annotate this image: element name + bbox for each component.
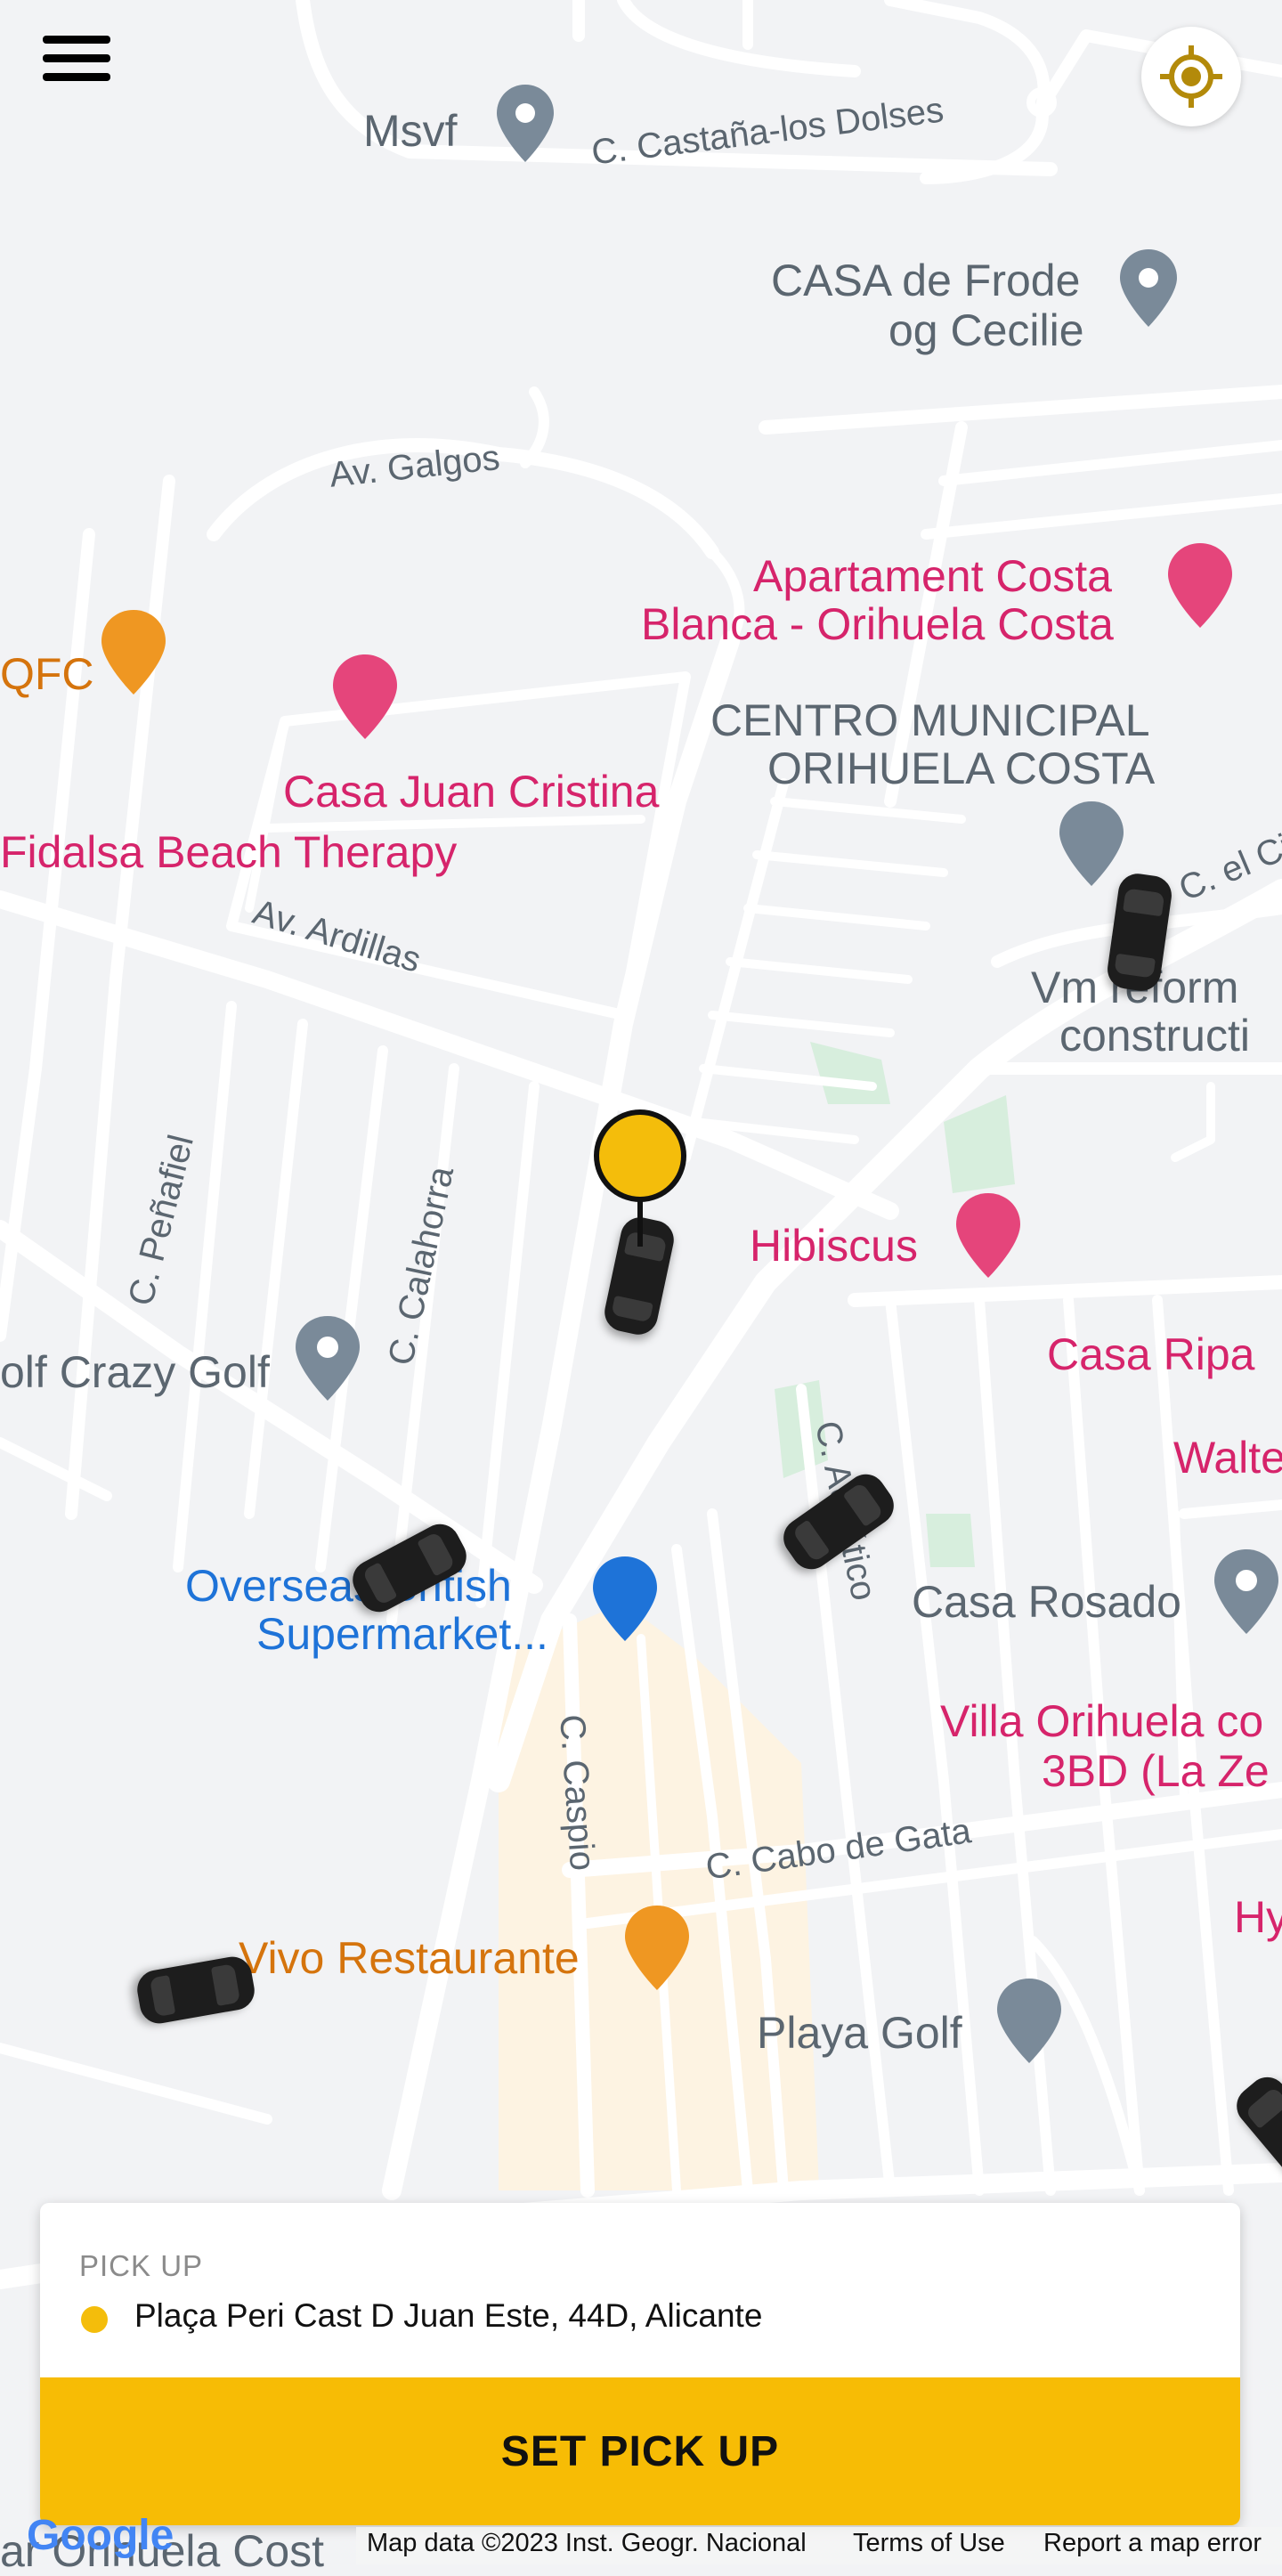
map-label-vm-2: constructi — [1059, 1011, 1250, 1060]
map-label-overseas-2: Supermarket... — [256, 1609, 548, 1659]
map-label-casa-frode: CASA de Frode — [771, 256, 1081, 305]
map-label-vivo: Vivo Restaurante — [239, 1933, 580, 1983]
map-label-hibiscus: Hibiscus — [750, 1221, 918, 1271]
map-label-fidalsa: Fidalsa Beach Therapy — [0, 827, 458, 877]
map-label-apartament-2: Blanca - Orihuela Costa — [641, 599, 1114, 649]
map-label-apartament-1: Apartament Costa — [753, 551, 1112, 601]
menu-bar — [43, 36, 110, 44]
terms-of-use-link[interactable]: Terms of Use — [853, 2529, 1005, 2558]
map-label-overseas-1: Overseas British — [185, 1561, 512, 1611]
map-label-casa-ripa: Casa Ripa — [1047, 1329, 1255, 1379]
hamburger-menu-icon[interactable] — [43, 36, 110, 89]
pickup-heading: PICK UP — [79, 2249, 204, 2282]
map-label-villa-1: Villa Orihuela co — [940, 1696, 1264, 1746]
menu-bar — [43, 73, 110, 81]
crosshair-location-icon — [1160, 45, 1222, 108]
pickup-dot-icon — [81, 2306, 108, 2333]
map-label-msvf: Msvf — [363, 106, 458, 156]
set-pickup-label: SET PICK UP — [500, 2427, 780, 2475]
map-label-centro-2: ORIHUELA COSTA — [767, 744, 1156, 793]
map-label-casa-rosado: Casa Rosado — [912, 1577, 1181, 1627]
map-label-hy: Hy — [1234, 1892, 1282, 1942]
locate-me-button[interactable] — [1141, 27, 1241, 126]
map-label-villa-2: 3BD (La Ze — [1042, 1746, 1270, 1796]
map-label-centro-1: CENTRO MUNICIPAL — [710, 695, 1150, 745]
map-label-crazy-golf: olf Crazy Golf — [0, 1347, 270, 1397]
menu-bar — [43, 54, 110, 62]
map-label-playa-golf: Playa Golf — [757, 2008, 962, 2058]
pickup-location-pin-icon[interactable] — [590, 1108, 690, 1250]
google-logo: Google — [27, 2512, 174, 2559]
map-label-qfc: QFC — [0, 649, 94, 699]
map-label-og-cecilie: og Cecilie — [888, 305, 1084, 355]
map-label-walte: Walte — [1173, 1433, 1282, 1483]
pickup-card: PICK UP Plaça Peri Cast D Juan Este, 44D… — [40, 2203, 1240, 2525]
map-label-casa-juan: Casa Juan Cristina — [283, 767, 660, 817]
set-pickup-button[interactable]: SET PICK UP — [40, 2377, 1240, 2525]
pickup-address[interactable]: Plaça Peri Cast D Juan Este, 44D, Alican… — [134, 2297, 762, 2335]
map-data-attribution: Map data ©2023 Inst. Geogr. Nacional — [367, 2529, 807, 2557]
report-map-error-link[interactable]: Report a map error — [1043, 2529, 1262, 2558]
